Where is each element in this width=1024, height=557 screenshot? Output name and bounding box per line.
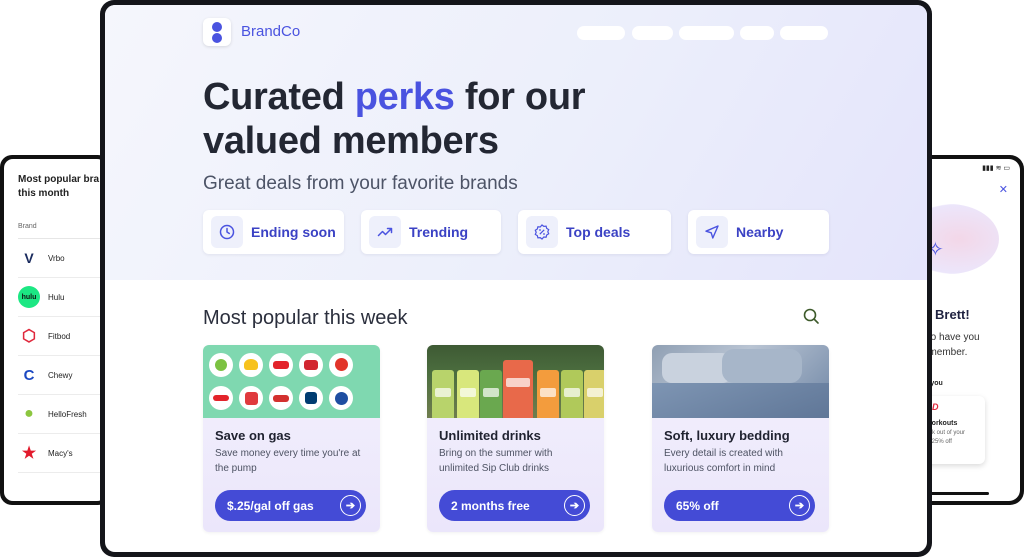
brand-name: Hulu [48, 292, 65, 302]
popular-brands-title: Most popular bra this month [18, 173, 106, 201]
button-label: 2 months free [451, 498, 530, 513]
brand-row-hellofresh[interactable]: ● HelloFresh [18, 395, 106, 434]
chip-label: Ending soon [251, 224, 336, 240]
deal-card-gas[interactable]: Save on gas Save money every time you're… [203, 345, 380, 532]
brandco-logo-icon[interactable] [203, 18, 231, 46]
chip-label: Nearby [736, 224, 784, 240]
brand-row-fitbod[interactable]: ⬡ Fitbod [18, 317, 106, 356]
card-title: Soft, luxury bedding [664, 428, 790, 443]
nav-item-3[interactable] [679, 26, 734, 40]
drinks-offer-button[interactable]: 2 months free ➔ [439, 490, 590, 521]
deal-card-drinks[interactable]: Unlimited drinks Bring on the summer wit… [427, 345, 604, 532]
brand-row-chewy[interactable]: C Chewy [18, 356, 106, 395]
card-description: Every detail is created with luxurious c… [664, 448, 783, 474]
brand-name[interactable]: BrandCo [241, 23, 300, 40]
popular-brands-title-line2: this month [18, 188, 70, 199]
hero-title: Curated perks for our valued members [203, 75, 586, 163]
arrow-right-icon: ➔ [789, 495, 810, 516]
section-title: Most popular this week [203, 307, 408, 329]
left-tablet-device: Most popular bra this month Brand V Vrbo… [0, 155, 110, 505]
chip-nearby[interactable]: Nearby [688, 210, 829, 254]
brand-name: Chewy [48, 370, 73, 380]
deal-card-bedding[interactable]: Soft, luxury bedding Every detail is cre… [652, 345, 829, 532]
brand-name: Vrbo [48, 253, 65, 263]
hulu-logo-icon: hulu [18, 286, 40, 308]
chip-trending[interactable]: Trending [361, 210, 501, 254]
bedding-image [652, 345, 829, 418]
button-label: 65% off [676, 498, 719, 513]
hero-title-part1: Curated [203, 76, 355, 118]
left-tablet-screen: Most popular bra this month Brand V Vrbo… [4, 159, 106, 501]
nav-item-4[interactable] [740, 26, 774, 40]
popular-brands-title-line1: Most popular bra [18, 174, 100, 185]
brand-column-header: Brand [18, 223, 106, 239]
brand-name: Macy's [48, 448, 73, 458]
brand-row-hulu[interactable]: hulu Hulu [18, 278, 106, 317]
brand-row-macys[interactable]: ★ Macy's [18, 434, 106, 473]
chip-top-deals[interactable]: Top deals [518, 210, 671, 254]
main-browser-device: BrandCo Curated perks for our valued mem… [100, 0, 932, 557]
hero-section: BrandCo Curated perks for our valued mem… [105, 5, 927, 280]
status-bar-icons: ▮▮▮ ≋ ▭ [982, 165, 1010, 172]
chip-label: Trending [409, 224, 469, 240]
button-label: $.25/gal off gas [227, 498, 314, 513]
nav-item-5[interactable] [780, 26, 828, 40]
hellofresh-logo-icon: ● [18, 403, 40, 425]
hero-title-part2: for our [454, 76, 586, 118]
gas-offer-button[interactable]: $.25/gal off gas ➔ [215, 490, 366, 521]
chewy-logo-icon: C [18, 364, 40, 386]
trending-icon [369, 216, 401, 248]
macys-star-icon: ★ [18, 442, 40, 464]
arrow-right-icon: ➔ [340, 495, 361, 516]
home-indicator [929, 492, 989, 495]
deal-badge-icon [526, 216, 558, 248]
hero-subtitle: Great deals from your favorite brands [203, 173, 518, 194]
brand-name: Fitbod [48, 331, 71, 341]
drinks-image [427, 345, 604, 418]
hero-title-accent: perks [354, 76, 455, 118]
card-title: Unlimited drinks [439, 428, 541, 443]
vrbo-logo-icon: V [18, 247, 40, 269]
gas-brands-image [203, 345, 380, 418]
main-screen: BrandCo Curated perks for our valued mem… [105, 5, 927, 552]
location-arrow-icon [696, 216, 728, 248]
card-description: Bring on the summer with unlimited Sip C… [439, 448, 553, 474]
clock-icon [211, 216, 243, 248]
card-title: Save on gas [215, 428, 291, 443]
brand-row-vrbo[interactable]: V Vrbo [18, 239, 106, 278]
bedding-offer-button[interactable]: 65% off ➔ [664, 490, 815, 521]
brand-list: V Vrbo hulu Hulu ⬡ Fitbod C Chewy ● Hell… [18, 239, 106, 473]
hero-title-line2: valued members [203, 120, 499, 162]
arrow-right-icon: ➔ [564, 495, 585, 516]
brand-name: HelloFresh [48, 409, 87, 419]
search-icon[interactable] [802, 307, 822, 327]
chip-ending-soon[interactable]: Ending soon [203, 210, 344, 254]
close-icon[interactable]: ✕ [999, 183, 1008, 196]
fitbod-logo-icon: ⬡ [18, 325, 40, 347]
nav-item-2[interactable] [632, 26, 673, 40]
nav-item-1[interactable] [577, 26, 625, 40]
chip-label: Top deals [566, 224, 631, 240]
card-description: Save money every time you're at the pump [215, 448, 361, 474]
